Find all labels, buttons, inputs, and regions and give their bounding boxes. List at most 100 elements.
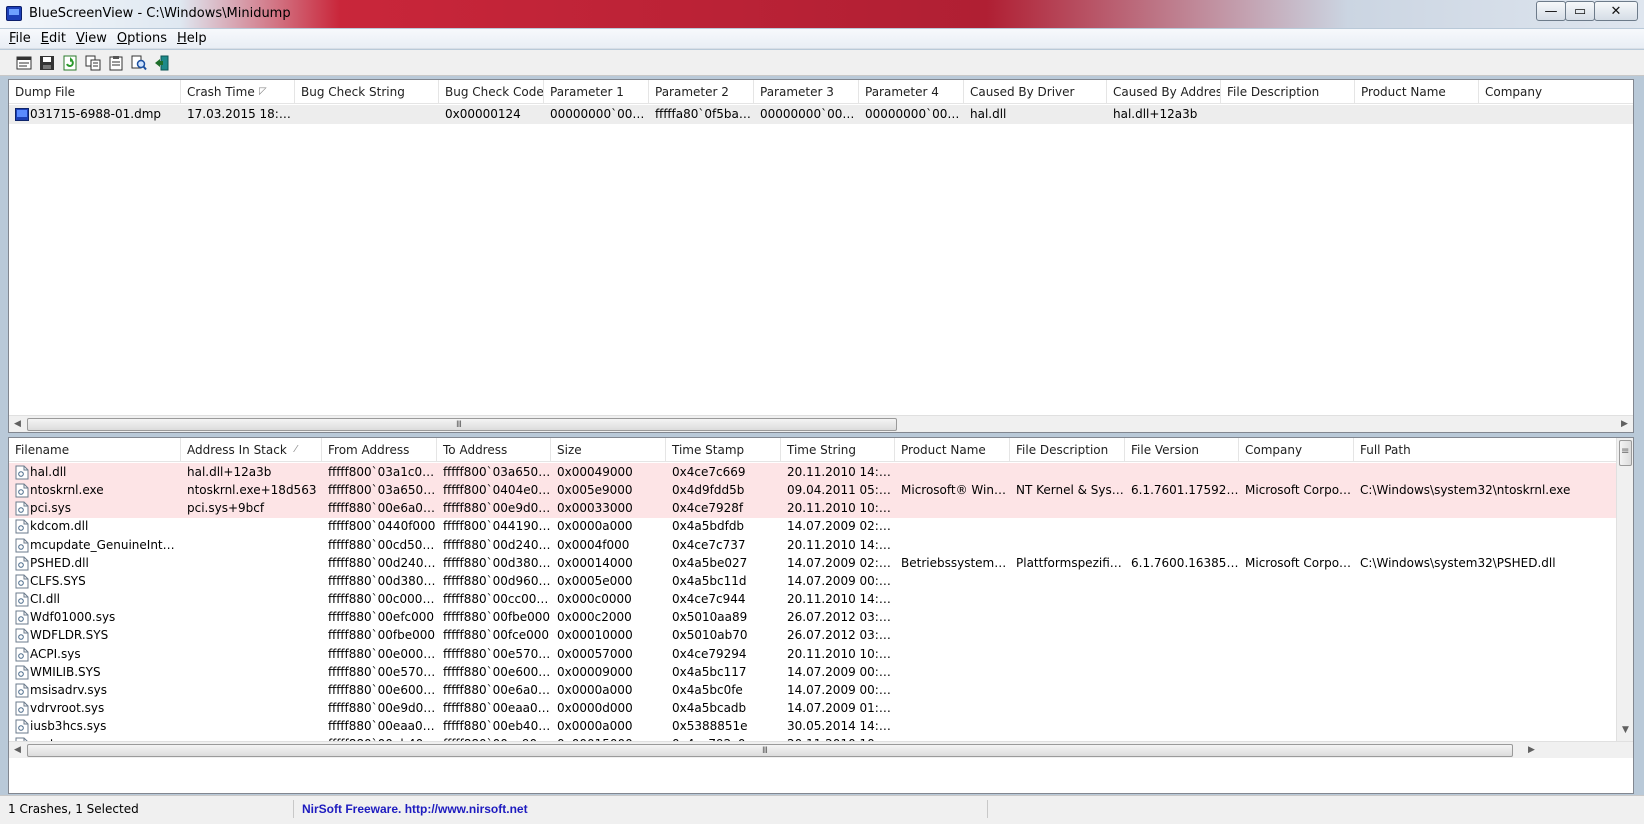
module-list-vscroll-thumb[interactable]: ≡ [1619,440,1632,466]
module-row[interactable]: iusb3hcs.sys fffff880`00eaa000 fffff880`00… [9,717,1616,736]
scroll-left-icon[interactable]: ◀ [9,742,26,759]
module-row[interactable]: mcupdate_GenuineIntel.dll fffff880`00cd50… [9,536,1616,555]
minimize-button[interactable]: — [1536,1,1566,21]
crash-list-hscroll-thumb[interactable]: III [27,418,897,431]
cell-company [1239,645,1354,664]
cell-product-name [895,626,1010,645]
cell-time-string: 26.07.2012 03:25:13 [787,610,895,625]
module-row[interactable]: CI.dll fffff880`00c00000 fffff880`00cc0000… [9,590,1616,609]
column-size[interactable]: Size [551,438,666,462]
module-row[interactable]: CLFS.SYS fffff880`00d38000 fffff880`00d960… [9,572,1616,591]
cell-company [1239,463,1354,482]
copy-button[interactable] [83,53,103,73]
module-row[interactable]: ntoskrnl.exe ntoskrnl.exe+18d563 fffff800`… [9,481,1616,501]
crash-list-pane[interactable]: Dump File Crash Time ◸ Bug Check String … [8,79,1634,433]
window-controls: — ▭ ✕ [1536,1,1638,21]
status-freeware-link[interactable]: NirSoft Freeware. http://www.nirsoft.net [298,800,988,818]
cell-filename: pci.sys [30,501,71,516]
module-row[interactable]: WMILIB.SYS fffff880`00e57000 fffff880`00e6… [9,663,1616,682]
module-list-hscrollbar[interactable]: ◀ III ▶ [9,741,1633,758]
cell-size: 0x0000d000 [557,700,633,715]
cell-bug-check-code: 0x00000124 [445,107,521,121]
cell-file-description [1010,499,1125,518]
module-row[interactable]: PSHED.dll fffff880`00d24000 fffff880`00d38… [9,554,1616,573]
module-row[interactable]: pci.sys pci.sys+9bcf fffff880`00e6a000 ffff… [9,499,1616,519]
close-button[interactable]: ✕ [1594,1,1638,21]
cell-address-in-stack [181,608,322,627]
column-bug-check-code[interactable]: Bug Check Code [439,80,544,104]
column-parameter-4[interactable]: Parameter 4 [859,80,964,104]
cell-time-string: 20.11.2010 10:19:16 [787,646,895,661]
column-time-stamp[interactable]: Time Stamp [666,438,781,462]
sort-indicator-icon: ◸ [259,86,267,97]
cell-full-path [1354,626,1616,645]
html-report-button[interactable] [14,53,34,73]
scroll-left-icon[interactable]: ◀ [9,416,26,432]
properties-button[interactable] [106,53,126,73]
column-filename[interactable]: Filename [9,438,181,462]
refresh-button[interactable] [60,53,80,73]
module-row[interactable]: kdcom.dll fffff800`0440f000 fffff800`04419… [9,517,1616,536]
cell-full-path [1354,699,1616,718]
column-from-address[interactable]: From Address [322,438,437,462]
cell-caused-by-driver: hal.dll [970,107,1007,121]
column-company[interactable]: Company [1239,438,1354,462]
cell-parameter-3: 00000000`000000... [760,107,859,121]
cell-time-stamp: 0x4a5bc0fe [672,682,743,697]
column-address-in-stack[interactable]: Address In Stack [181,438,322,462]
cell-address-in-stack [181,554,322,573]
module-row[interactable]: Wdf01000.sys fffff880`00efc000 fffff880`00… [9,608,1616,627]
scroll-down-icon[interactable]: ▼ [1617,722,1633,739]
column-caused-by-address[interactable]: Caused By Address [1107,80,1221,104]
crash-row[interactable]: 031715-6988-01.dmp 17.03.2015 18:41:23 0… [9,105,1633,124]
module-row[interactable]: ACPI.sys fffff880`00e00000 fffff880`00e570… [9,645,1616,664]
cell-time-stamp: 0x4a5be027 [672,555,748,570]
exit-button[interactable] [152,53,172,73]
menu-view[interactable]: View [71,31,112,46]
module-row[interactable]: hal.dll hal.dll+12a3b fffff800`03a1c000 fff… [9,463,1616,482]
maximize-button[interactable]: ▭ [1565,1,1595,21]
module-list-vscrollbar[interactable]: ≡ ▼ [1616,438,1633,741]
column-file-version[interactable]: File Version [1125,438,1239,462]
column-time-string[interactable]: Time String [781,438,895,462]
menu-edit[interactable]: Edit [36,31,71,46]
cell-file-description [1010,663,1125,682]
column-product-name[interactable]: Product Name [1355,80,1479,104]
column-bug-check-string[interactable]: Bug Check String [295,80,439,104]
cell-time-string: 14.07.2009 00:19:51 [787,664,895,679]
column-full-path[interactable]: Full Path [1354,438,1617,462]
module-row[interactable]: WDFLDR.SYS fffff880`00fbe000 fffff880`00fc… [9,626,1616,645]
save-icon [40,55,54,70]
column-dump-file[interactable]: Dump File [9,80,181,104]
scroll-right-icon[interactable]: ▶ [1523,742,1540,759]
column-file-description[interactable]: File Description [1010,438,1125,462]
menu-file[interactable]: File [4,31,36,46]
save-button[interactable] [37,53,57,73]
column-crash-time[interactable]: Crash Time [181,80,295,104]
column-parameter-3[interactable]: Parameter 3 [754,80,859,104]
column-parameter-1[interactable]: Parameter 1 [544,80,649,104]
module-list-pane[interactable]: Filename Address In Stack ⁄ From Address… [8,437,1634,794]
cell-address-in-stack [181,717,322,736]
column-parameter-2[interactable]: Parameter 2 [649,80,754,104]
menu-help[interactable]: Help [172,31,212,46]
menu-options[interactable]: Options [112,31,172,46]
cell-from-address: fffff880`00fbe000 [328,628,436,643]
column-company[interactable]: Company [1479,80,1633,104]
module-row[interactable]: vdrvroot.sys fffff880`00e9d000 fffff880`00… [9,699,1616,718]
column-file-description[interactable]: File Description [1221,80,1355,104]
column-caused-by-driver[interactable]: Caused By Driver [964,80,1107,104]
module-row[interactable]: msisadrv.sys fffff880`00e60000 fffff880`00… [9,681,1616,700]
vscroll-grip-icon: ≡ [1621,446,1630,457]
nirsoft-link[interactable]: NirSoft Freeware. http://www.nirsoft.net [302,802,528,816]
find-button[interactable] [129,53,149,73]
cell-from-address: fffff880`00e9d000 [328,700,437,715]
cell-from-address: fffff880`00cd5000 [328,537,437,552]
column-product-name[interactable]: Product Name [895,438,1010,462]
column-to-address[interactable]: To Address [437,438,551,462]
module-list-hscroll-thumb[interactable]: III [27,744,1513,757]
cell-file-version: 6.1.7600.16385 (wi... [1131,555,1239,570]
cell-full-path [1354,717,1616,736]
crash-list-hscrollbar[interactable]: ◀ III ▶ [9,415,1633,432]
scroll-right-icon[interactable]: ▶ [1616,416,1633,432]
